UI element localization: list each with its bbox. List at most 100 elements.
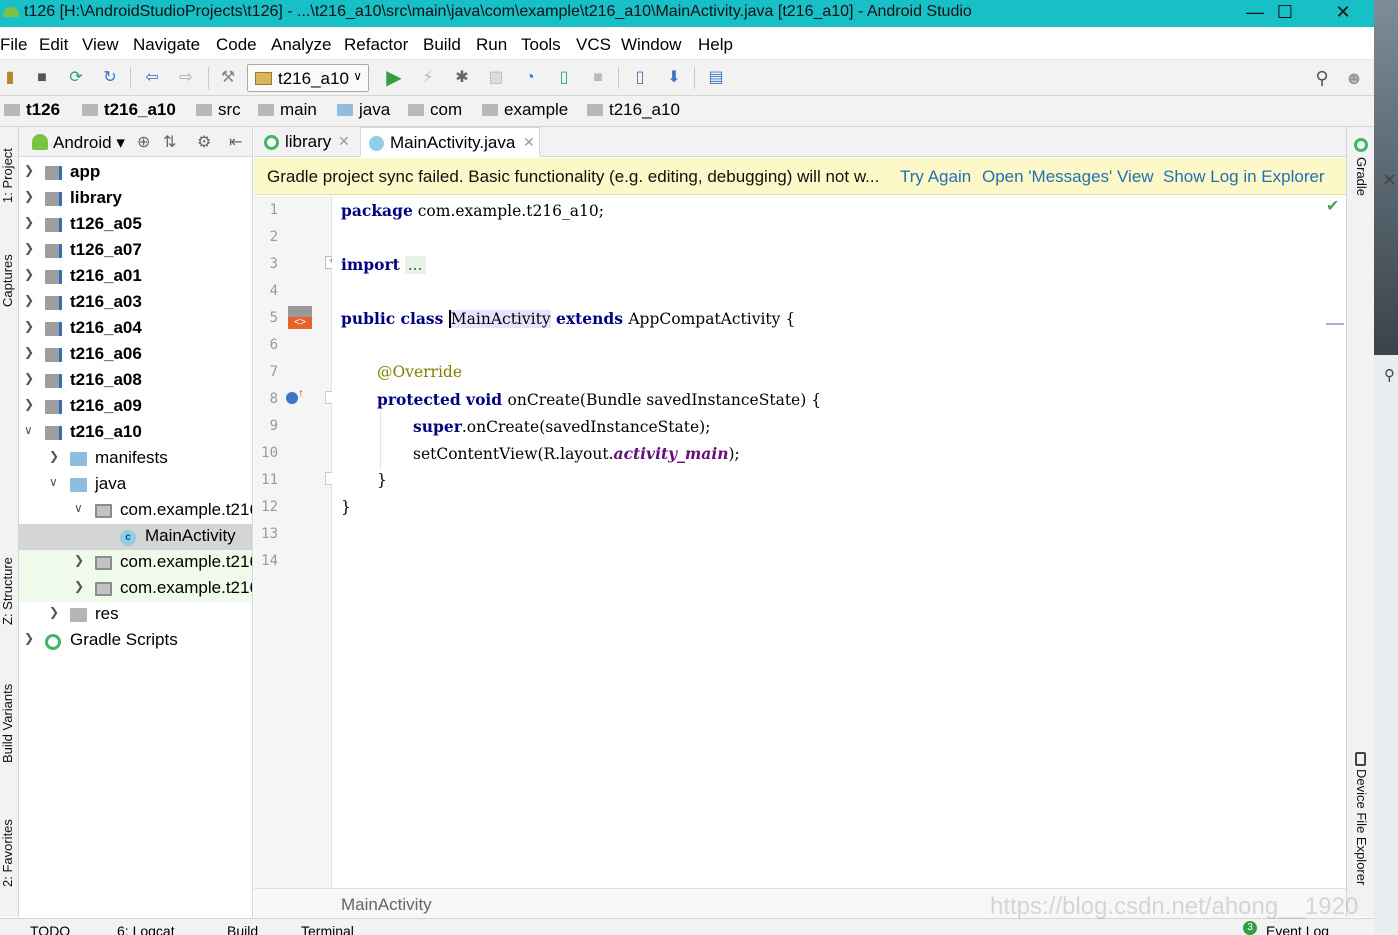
chevron-right-icon[interactable]: ❯ xyxy=(49,449,59,463)
close-icon[interactable]: ✕ xyxy=(338,133,350,150)
target-icon[interactable]: ⊕ xyxy=(137,132,150,152)
stop-icon[interactable]: ■ xyxy=(588,68,608,88)
tree-row[interactable]: ∨ java xyxy=(19,472,252,498)
chevron-right-icon[interactable]: ❯ xyxy=(49,605,59,619)
tree-row[interactable]: c MainActivity xyxy=(19,524,252,550)
breadcrumb-item[interactable]: example xyxy=(482,100,568,124)
close-button[interactable]: ✕ xyxy=(1314,0,1372,27)
tree-row[interactable]: ❯ t216_a06 xyxy=(19,342,252,368)
tree-row[interactable]: ❯ manifests xyxy=(19,446,252,472)
menu-edit[interactable]: Edit xyxy=(39,35,68,55)
close-icon[interactable]: ✕ xyxy=(523,134,535,151)
override-method-icon[interactable] xyxy=(286,392,298,404)
tree-row[interactable]: ❯ res xyxy=(19,602,252,628)
related-xml-icon[interactable]: <> xyxy=(288,317,312,329)
chevron-right-icon[interactable]: ❯ xyxy=(24,293,34,307)
tool-window-gradle[interactable]: Gradle xyxy=(1354,157,1369,196)
chevron-right-icon[interactable]: ❯ xyxy=(74,579,84,593)
search-icon[interactable]: ⚲ xyxy=(1312,68,1332,88)
breadcrumb-item[interactable]: src xyxy=(196,100,241,124)
tree-row[interactable]: ❯ app xyxy=(19,160,252,186)
chevron-down-icon[interactable]: ∨ xyxy=(24,423,33,437)
collapse-icon[interactable]: ⇅ xyxy=(163,132,176,152)
menu-view[interactable]: View xyxy=(82,35,119,55)
apply-changes-icon[interactable]: ⚡ xyxy=(418,68,438,88)
menu-build[interactable]: Build xyxy=(423,35,461,55)
hammer-icon[interactable]: ⚒ xyxy=(218,68,238,88)
tab-mainactivity[interactable]: MainActivity.java ✕ xyxy=(360,127,540,157)
tool-window-project[interactable]: 1: Project xyxy=(0,148,15,203)
breadcrumb-item[interactable]: main xyxy=(258,100,317,124)
menu-navigate[interactable]: Navigate xyxy=(133,35,200,55)
forward-arrow-icon[interactable]: ⇨ xyxy=(176,68,196,88)
open-messages-link[interactable]: Open 'Messages' View xyxy=(982,167,1154,187)
show-log-link[interactable]: Show Log in Explorer xyxy=(1163,167,1325,187)
debug-icon[interactable]: ✱ xyxy=(452,68,472,88)
user-icon[interactable]: ☻ xyxy=(1344,68,1364,88)
layout-icon[interactable] xyxy=(288,306,312,317)
menu-file[interactable]: File xyxy=(0,35,27,55)
tree-row[interactable]: ❯ t216_a09 xyxy=(19,394,252,420)
attach-debugger-icon[interactable]: ◔ xyxy=(520,68,540,88)
breadcrumb-class[interactable]: MainActivity xyxy=(341,895,432,915)
breadcrumb-item[interactable]: t126 xyxy=(4,100,60,124)
chevron-right-icon[interactable]: ❯ xyxy=(24,189,34,203)
sdk-manager-icon[interactable]: ⬇ xyxy=(664,68,684,88)
tool-window-build-variants[interactable]: Build Variants xyxy=(0,684,15,763)
try-again-link[interactable]: Try Again xyxy=(900,167,971,187)
chevron-right-icon[interactable]: ❯ xyxy=(24,371,34,385)
run-config-select[interactable]: t216_a10 ∨ xyxy=(247,64,369,92)
tree-row[interactable]: ❯ t126_a07 xyxy=(19,238,252,264)
chevron-down-icon[interactable]: ∨ xyxy=(74,501,83,515)
tree-row[interactable]: ❯ Gradle Scripts xyxy=(19,628,252,654)
tree-row[interactable]: ∨ com.example.t216_a10 xyxy=(19,498,252,524)
tool-window-device-file-explorer[interactable]: Device File Explorer xyxy=(1354,769,1369,885)
chevron-right-icon[interactable]: ❯ xyxy=(24,163,34,177)
device-icon[interactable]: ▯ xyxy=(554,68,574,88)
tree-row[interactable]: ❯ library xyxy=(19,186,252,212)
chevron-right-icon[interactable]: ❯ xyxy=(24,267,34,281)
tree-row[interactable]: ❯ com.example.t216_a10 (test) xyxy=(19,576,252,602)
chevron-right-icon[interactable]: ❯ xyxy=(24,345,34,359)
tree-row[interactable]: ∨ t216_a10 xyxy=(19,420,252,446)
tool-window-captures[interactable]: Captures xyxy=(0,254,15,307)
tree-row[interactable]: ❯ t216_a03 xyxy=(19,290,252,316)
terminal-tab[interactable]: Terminal xyxy=(301,923,354,935)
chevron-right-icon[interactable]: ❯ xyxy=(74,553,84,567)
chevron-down-icon[interactable]: ∨ xyxy=(49,475,58,489)
run-icon[interactable]: ▶ xyxy=(384,68,404,88)
menu-window[interactable]: Window xyxy=(621,35,681,55)
avd-manager-icon[interactable]: ▯ xyxy=(630,68,650,88)
menu-analyze[interactable]: Analyze xyxy=(271,35,331,55)
breadcrumb-item[interactable]: t216_a10 xyxy=(82,100,176,124)
tab-library[interactable]: library ✕ xyxy=(256,127,354,157)
project-view-select[interactable]: Android ▾ xyxy=(53,133,125,153)
folded-imports[interactable]: ... xyxy=(404,256,426,274)
chevron-right-icon[interactable]: ❯ xyxy=(24,319,34,333)
maximize-button[interactable]: ☐ xyxy=(1256,0,1314,27)
logcat-tab[interactable]: 6: Logcat xyxy=(117,923,175,935)
save-icon[interactable]: ■ xyxy=(32,68,52,88)
refresh-icon[interactable]: ↻ xyxy=(100,68,120,88)
profile-icon[interactable]: ▧ xyxy=(486,68,506,88)
tool-window-favorites[interactable]: 2: Favorites xyxy=(0,819,15,887)
chevron-right-icon[interactable]: ❯ xyxy=(24,241,34,255)
tree-row[interactable]: ❯ t216_a04 xyxy=(19,316,252,342)
tree-row[interactable]: ❯ t216_a08 xyxy=(19,368,252,394)
sync-icon[interactable]: ⟳ xyxy=(66,68,86,88)
breadcrumb-item[interactable]: java xyxy=(337,100,390,124)
menu-tools[interactable]: Tools xyxy=(521,35,561,55)
scrollbar-marker[interactable] xyxy=(1326,323,1344,325)
menu-help[interactable]: Help xyxy=(698,35,733,55)
menu-code[interactable]: Code xyxy=(216,35,257,55)
chevron-right-icon[interactable]: ❯ xyxy=(24,215,34,229)
chevron-right-icon[interactable]: ❯ xyxy=(24,397,34,411)
tool-window-structure[interactable]: Z: Structure xyxy=(0,557,15,625)
hide-pane-icon[interactable]: ⇤ xyxy=(229,132,242,152)
menu-run[interactable]: Run xyxy=(476,35,507,55)
breadcrumb-item[interactable]: t216_a10 xyxy=(587,100,680,124)
project-structure-icon[interactable]: ▤ xyxy=(706,68,726,88)
build-tab[interactable]: Build xyxy=(227,923,258,935)
menu-refactor[interactable]: Refactor xyxy=(344,35,408,55)
tree-row[interactable]: ❯ t126_a05 xyxy=(19,212,252,238)
